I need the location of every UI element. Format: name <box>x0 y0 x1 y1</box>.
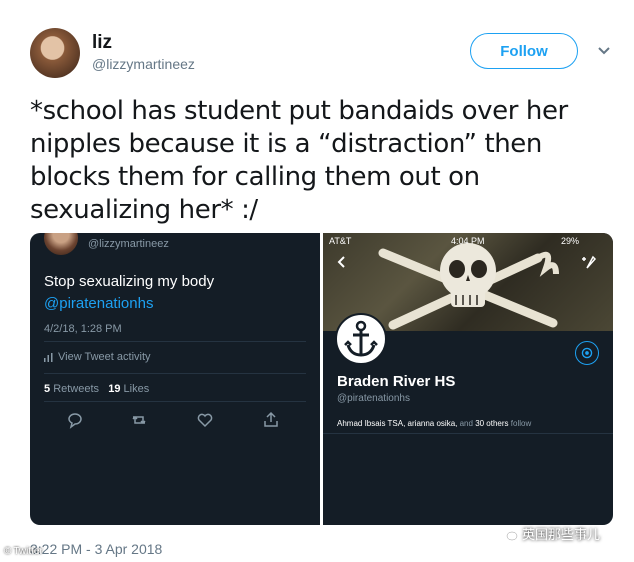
avatar[interactable] <box>30 28 80 78</box>
watermark-left: © Twitter <box>4 546 43 557</box>
tweet-text: *school has student put bandaids over he… <box>30 96 568 225</box>
status-time: 4:04 PM <box>451 236 485 246</box>
back-arrow-icon <box>337 256 345 268</box>
author-handle[interactable]: @lizzymartineez <box>92 56 195 72</box>
follow-button[interactable]: Follow <box>470 33 578 69</box>
anchor-icon <box>344 320 378 357</box>
media-screenshot-profile[interactable]: AT&T 4:04 PM 29% Braden River HS @pirate… <box>323 233 613 525</box>
embedded-stats: 5 Retweets 19 Likes <box>44 383 149 395</box>
wechat-icon <box>501 526 518 540</box>
embedded-date: 4/2/18, 1:28 PM <box>44 323 122 335</box>
chevron-down-icon[interactable] <box>596 42 612 58</box>
followed-by-suffix: follow <box>510 419 532 428</box>
divider <box>44 401 306 402</box>
divider <box>44 373 306 374</box>
chart-bars-icon <box>44 352 53 362</box>
like-icon <box>197 413 213 428</box>
embedded-mention: @piratenationhs <box>44 295 154 312</box>
embedded-avatar <box>44 233 78 255</box>
followed-by-others: 30 others <box>475 419 509 428</box>
media-screenshot-tweet[interactable]: @lizzymartineez Stop sexualizing my body… <box>30 233 320 525</box>
tweet-header: liz @lizzymartineez Follow <box>30 28 620 80</box>
compose-icon <box>582 255 597 269</box>
gear-icon <box>575 341 599 365</box>
followed-by: Ahmad Ibsais TSA, arianna osika, and 30 … <box>337 419 531 428</box>
embedded-actions <box>66 411 286 431</box>
carrier: AT&T <box>329 236 352 246</box>
profile-avatar <box>335 313 387 365</box>
divider <box>323 433 613 434</box>
embedded-handle: @lizzymartineez <box>88 238 169 250</box>
share-icon <box>264 411 278 427</box>
embedded-activity: View Tweet activity <box>44 351 151 363</box>
likes-count: 19 <box>108 383 121 395</box>
reply-icon <box>68 413 82 429</box>
copyright-icon: © <box>4 546 12 557</box>
activity-label: View Tweet activity <box>58 351 151 363</box>
profile-handle: @piratenationhs <box>337 393 410 404</box>
likes-label: Likes <box>123 383 150 395</box>
tweet-media[interactable]: @lizzymartineez Stop sexualizing my body… <box>30 233 613 525</box>
embedded-tweet-text: Stop sexualizing my body <box>44 273 215 290</box>
tweet-timestamp[interactable]: 3:22 PM - 3 Apr 2018 <box>30 541 162 557</box>
watermark-left-text: Twitter <box>13 546 43 557</box>
watermark-right: 英国那些事儿 <box>500 524 600 543</box>
followed-by-names: Ahmad Ibsais TSA, arianna osika, <box>337 419 458 428</box>
followed-by-and: and <box>459 419 473 428</box>
status-bar: AT&T 4:04 PM 29% <box>323 235 613 249</box>
retweet-icon <box>132 415 146 425</box>
author-name[interactable]: liz <box>92 32 112 54</box>
watermark-right-text: 英国那些事儿 <box>522 527 601 542</box>
retweets-label: Retweets <box>53 383 100 395</box>
profile-name: Braden River HS <box>337 373 456 390</box>
battery-level: 29% <box>561 236 580 246</box>
retweets-count: 5 <box>44 383 51 395</box>
divider <box>44 341 306 342</box>
